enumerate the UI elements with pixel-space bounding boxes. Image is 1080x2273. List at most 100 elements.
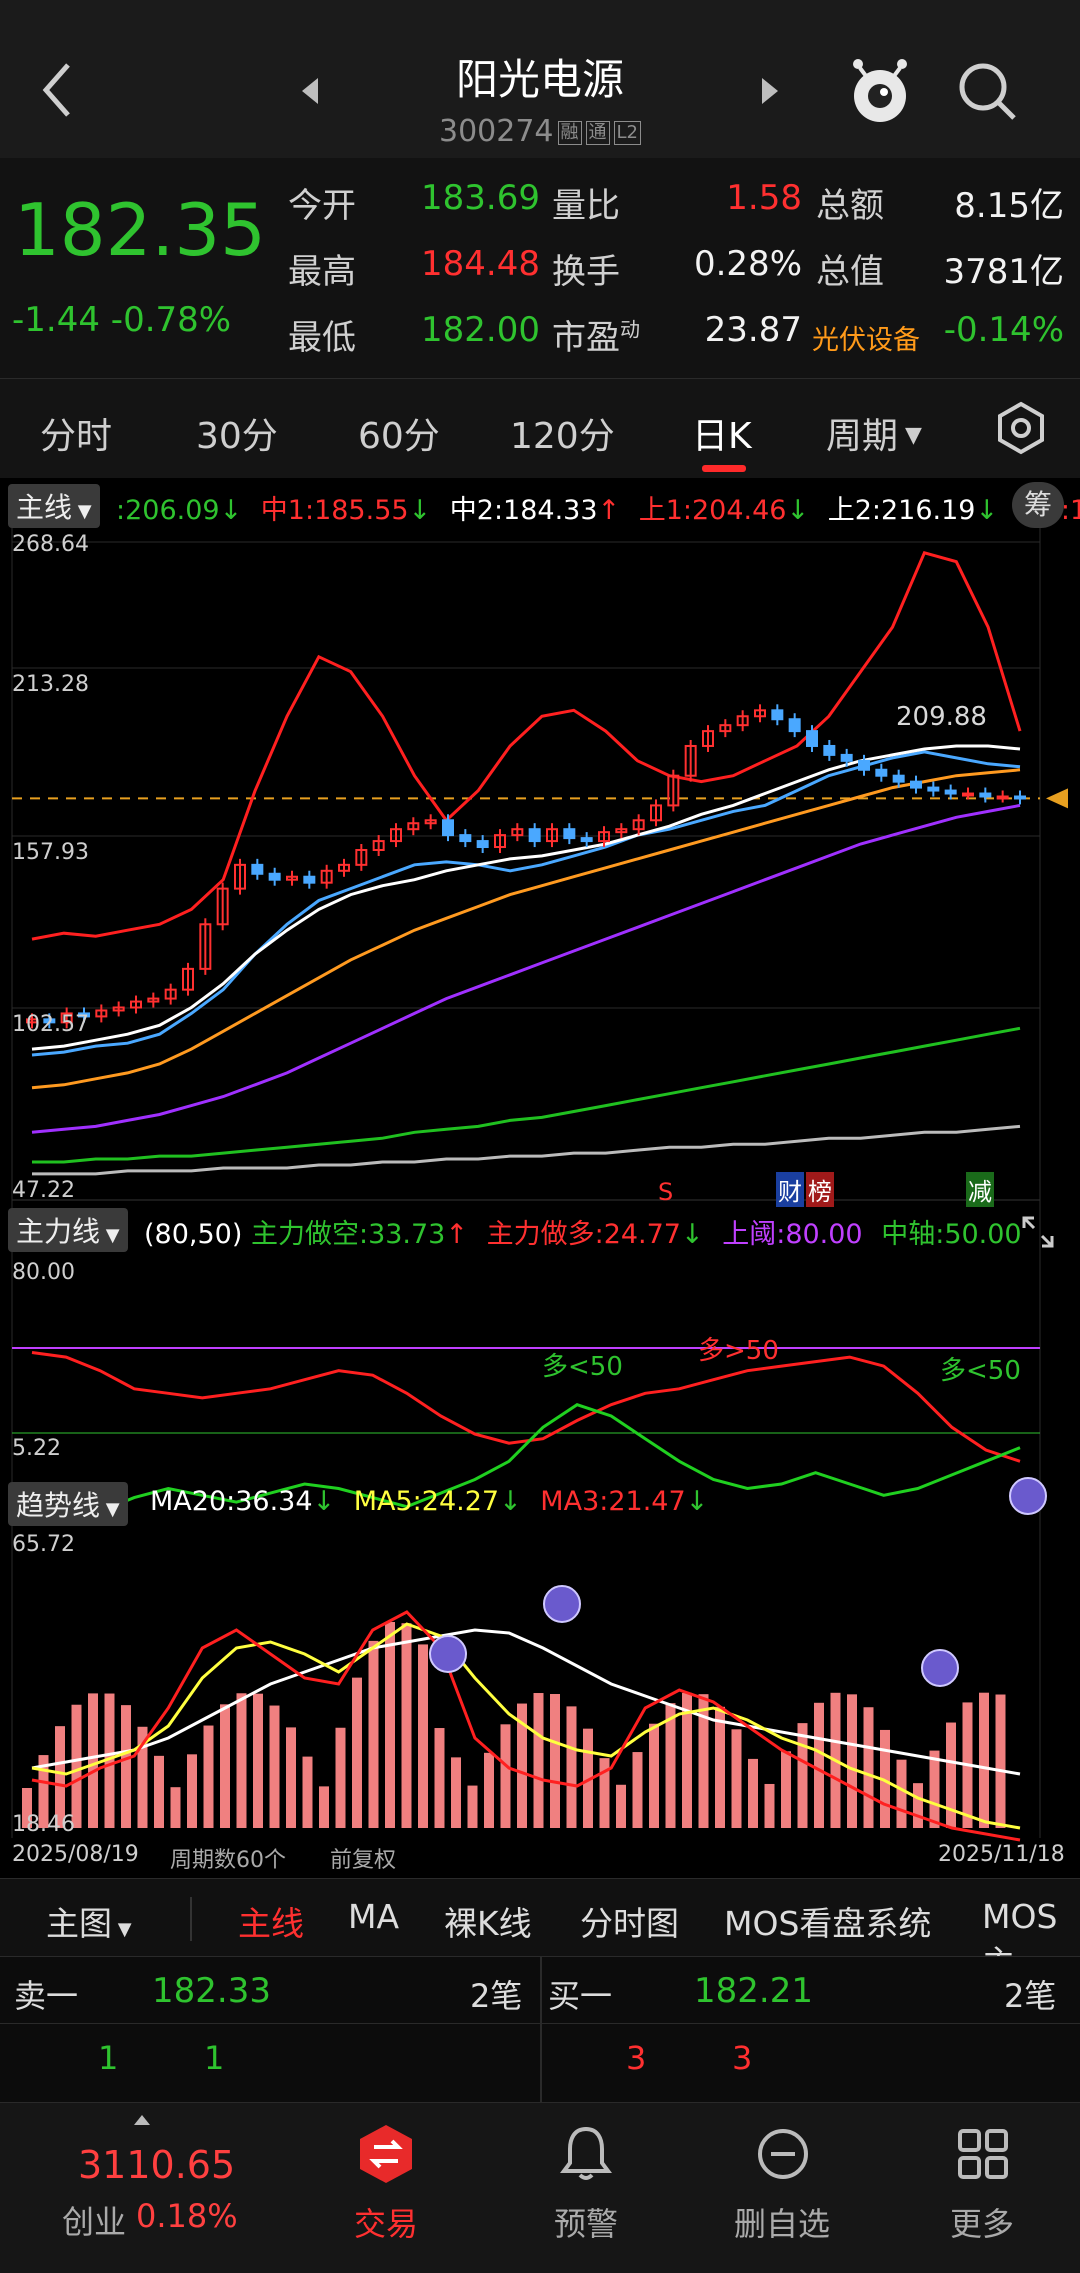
- volume-ratio-label: 量比: [552, 186, 620, 226]
- event-marker-finance[interactable]: 财: [776, 1172, 804, 1207]
- legend-item: 中1:185.55↓: [260, 495, 432, 526]
- event-marker-s[interactable]: S: [658, 1178, 673, 1206]
- nav-more[interactable]: 更多: [912, 2103, 1052, 2273]
- candle-body: [303, 875, 316, 884]
- candle-body: [580, 837, 593, 843]
- order-book: 卖一 182.33 2笔 1 1 买一 182.21 2笔 3 3: [0, 1956, 1080, 2103]
- index-value[interactable]: 3110.65: [78, 2143, 235, 2187]
- y-axis-label: 268.64: [12, 532, 89, 557]
- trend-arrow: ↓: [681, 1219, 704, 1250]
- chevron-up-icon[interactable]: [132, 2113, 152, 2127]
- ma-line-0: [31, 551, 1022, 941]
- stock-code-row: 300274 融通 L2: [0, 114, 1080, 149]
- indicator-mos-system[interactable]: MOS看盘系统: [724, 1897, 931, 1945]
- trend-arrow: ↑: [597, 495, 621, 526]
- trend-bar: [566, 1706, 577, 1828]
- trend-arrow: ↓: [975, 495, 999, 526]
- index-name: 创业: [62, 2203, 127, 2241]
- trend-bar: [418, 1644, 428, 1828]
- nav-remove-watchlist[interactable]: 删自选: [712, 2103, 852, 2273]
- candle-body: [910, 780, 922, 789]
- trend-bar: [253, 1693, 263, 1828]
- trend-bar: [814, 1702, 824, 1828]
- stock-code: 300274: [438, 114, 554, 149]
- trend-bar: [385, 1621, 395, 1828]
- trend-bar: [896, 1759, 907, 1828]
- divider: [190, 1897, 192, 1941]
- stock-name: 阳光电源: [455, 55, 624, 104]
- adjust-mode[interactable]: 前复权: [330, 1842, 396, 1874]
- trend-bar: [319, 1786, 329, 1828]
- trend-bar: [632, 1752, 643, 1828]
- indicator-naked-k[interactable]: 裸K线: [444, 1897, 532, 1945]
- y-axis-label: 47.22: [12, 1178, 75, 1203]
- market-cap-value: 3781亿: [943, 252, 1064, 292]
- trend-dropdown[interactable]: 趋势线 ▼: [8, 1482, 128, 1526]
- search-icon[interactable]: [956, 60, 1020, 124]
- minus-circle-icon: [758, 2129, 808, 2179]
- nav-remove-watchlist-label: 删自选: [733, 2205, 830, 2243]
- main-indicator-dropdown[interactable]: 主线 ▼: [8, 484, 100, 528]
- current-price-arrow: [1046, 788, 1068, 809]
- main-force-legend: (80,50) 主力做空:33.73↑ 主力做多:24.77↓ 上阈:80.00…: [144, 1212, 1032, 1251]
- tab-intraday[interactable]: 分时: [40, 407, 112, 459]
- ma-line-5: [32, 1026, 1021, 1164]
- nav-trade[interactable]: 交易: [316, 2103, 456, 2273]
- end-date: 2025/11/18: [938, 1842, 1065, 1867]
- indicator-ma[interactable]: MA: [348, 1897, 399, 1936]
- trend-bar: [500, 1724, 511, 1828]
- sad-face-marker: [543, 1585, 581, 1623]
- candle-body: [806, 730, 818, 747]
- bid1-qty: 3: [626, 2039, 647, 2077]
- y-axis-label: 157.93: [12, 840, 89, 865]
- next-stock-icon[interactable]: [758, 76, 782, 106]
- indicator-zhuxian[interactable]: 主线: [238, 1897, 304, 1945]
- chevron-down-icon: ▼: [100, 1225, 120, 1246]
- candle-body: [563, 828, 576, 840]
- legend-item: 上1:204.46↓: [638, 495, 810, 526]
- market-cap-label: 总值: [816, 252, 884, 292]
- ma-line-1: [31, 750, 1021, 1057]
- trend-bar: [533, 1693, 544, 1828]
- tab-period[interactable]: 周期 ▼: [826, 407, 922, 459]
- tab-daily[interactable]: 日K: [692, 407, 752, 459]
- chip-distribution-button[interactable]: 筹: [1012, 482, 1064, 528]
- tab-30min[interactable]: 30分: [196, 407, 278, 459]
- ask1-label: 卖一: [14, 1977, 79, 2015]
- trend-bar: [467, 1785, 478, 1828]
- price-change: -1.44 -0.78%: [12, 300, 231, 340]
- turnover-amount-value: 8.15亿: [954, 186, 1064, 226]
- kline-chart-area[interactable]: 主线 ▼ :206.09↓ 中1:185.55↓ 中2:184.33↑ 上1:2…: [0, 478, 1080, 1878]
- tab-120min[interactable]: 120分: [510, 407, 615, 459]
- nav-alert[interactable]: 预警: [516, 2103, 656, 2273]
- trend-arrow: ↓: [499, 1486, 522, 1517]
- start-date: 2025/08/19: [12, 1842, 139, 1867]
- main-force-params: (80,50): [144, 1219, 243, 1250]
- legend-item: 上2:216.19↓: [827, 495, 999, 526]
- trend-bar: [335, 1727, 346, 1828]
- candle-body: [1014, 795, 1026, 800]
- candle-body: [858, 759, 870, 771]
- bell-icon: [560, 2126, 612, 2180]
- legend-item: :206.09↓: [116, 495, 243, 526]
- main-chart-selector-label: 主图: [46, 1904, 112, 1943]
- candle-body: [892, 774, 905, 783]
- event-marker-reduce[interactable]: 减: [966, 1172, 994, 1207]
- indicator-intraday-chart[interactable]: 分时图: [580, 1897, 679, 1945]
- force-annotation: 多>50: [698, 1336, 779, 1366]
- tab-60min[interactable]: 60分: [358, 407, 440, 459]
- expand-icon[interactable]: [1020, 1214, 1056, 1250]
- turnover-rate-value: 0.28%: [693, 244, 802, 284]
- trend-bar: [170, 1787, 181, 1828]
- sad-face-marker: [921, 1649, 959, 1687]
- settings-hexagon-icon[interactable]: [996, 401, 1046, 455]
- event-marker-rank[interactable]: 榜: [806, 1172, 834, 1207]
- trend-bar: [797, 1723, 808, 1828]
- candle-body: [476, 840, 489, 849]
- main-chart-selector[interactable]: 主图 ▼: [46, 1897, 132, 1945]
- trend-bar: [154, 1755, 164, 1828]
- ask1-price: 182.33: [152, 1971, 271, 2011]
- trend-bar: [434, 1728, 445, 1828]
- assistant-robot-icon[interactable]: [848, 56, 912, 128]
- main-force-dropdown[interactable]: 主力线 ▼: [8, 1208, 128, 1252]
